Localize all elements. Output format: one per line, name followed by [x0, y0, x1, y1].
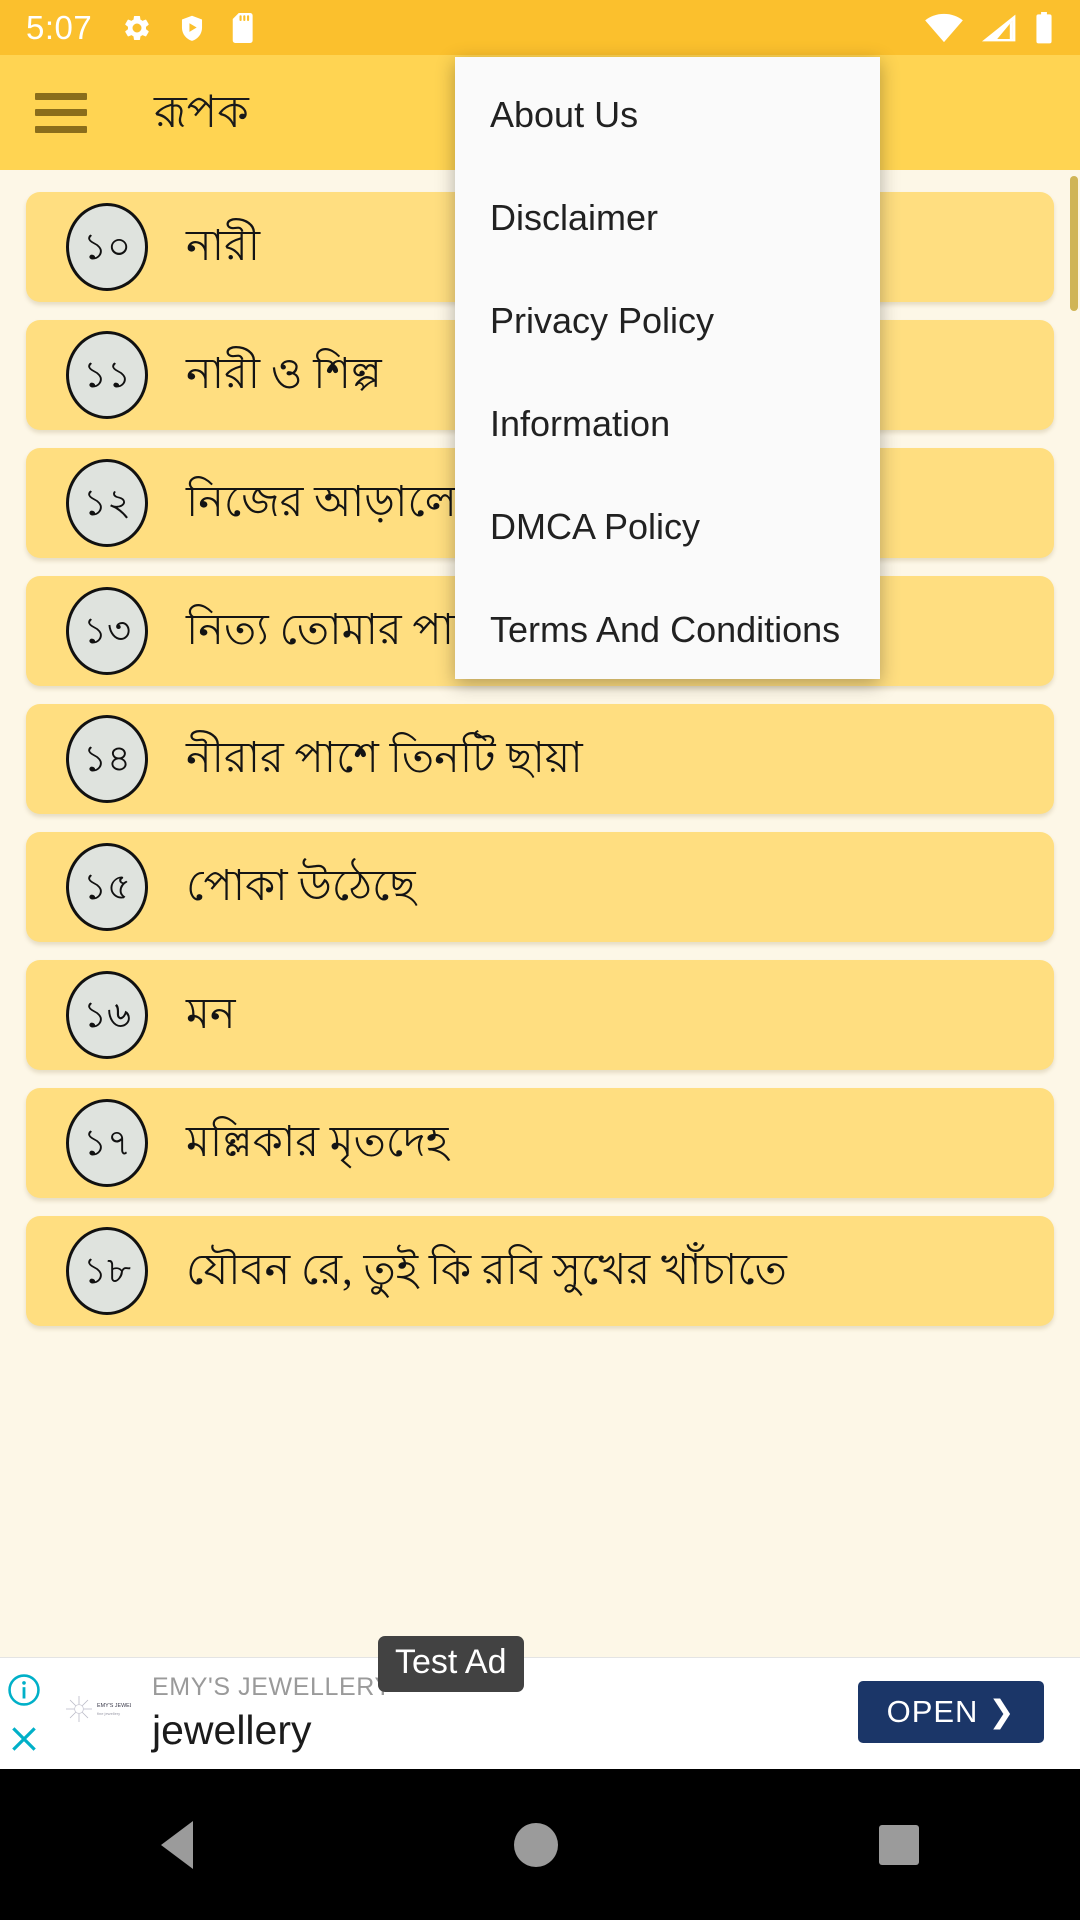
wifi-icon — [925, 13, 963, 42]
phone-screen: 5:07 রূপক ১০ নারী ১১ নারী ও শিল্প ১২ নিজ… — [0, 0, 1080, 1920]
menu-item-dmca-policy[interactable]: DMCA Policy — [455, 475, 880, 578]
overflow-menu[interactable]: About Us Disclaimer Privacy Policy Infor… — [455, 57, 880, 679]
battery-icon — [1036, 11, 1052, 43]
chevron-right-icon: ❯ — [988, 1694, 1016, 1729]
menu-item-terms-and-conditions[interactable]: Terms And Conditions — [455, 578, 880, 681]
list-item-number: ১২ — [66, 459, 148, 547]
home-circle-icon[interactable] — [513, 1822, 558, 1867]
menu-item-privacy-policy[interactable]: Privacy Policy — [455, 269, 880, 372]
ad-advertiser-name: EMY'S JEWELLERY — [152, 1673, 392, 1702]
list-item-number: ১৫ — [66, 843, 148, 931]
list-item-title: নীরার পাশে তিনটি ছায়া — [186, 735, 583, 783]
list-item-title: মল্লিকার মৃতদেহ — [186, 1119, 449, 1167]
hamburger-menu-icon[interactable] — [35, 92, 87, 133]
list-item-number: ১৭ — [66, 1099, 148, 1187]
ad-copy: EMY'S JEWELLERY jewellery — [152, 1672, 392, 1754]
gear-icon — [125, 15, 149, 40]
menu-item-information[interactable]: Information — [455, 372, 880, 475]
ad-open-label: OPEN — [886, 1694, 979, 1729]
list-item[interactable]: ১৭ মল্লিকার মৃতদেহ — [26, 1088, 1054, 1198]
list-item-number: ১৮ — [66, 1227, 148, 1315]
play-protect-shield-icon — [182, 15, 203, 41]
list-item-title: মন — [186, 991, 236, 1039]
list-item-number: ১১ — [66, 331, 148, 419]
page-title: রূপক — [154, 87, 249, 137]
list-scrollbar[interactable] — [1070, 176, 1078, 311]
list-item[interactable]: ১৫ পোকা উঠেছে — [26, 832, 1054, 942]
sd-card-icon — [232, 12, 253, 43]
cellular-signal-icon — [981, 14, 1016, 41]
recents-square-icon[interactable] — [879, 1824, 920, 1865]
list-item-title: যৌবন রে, তুই কি রবি সুখের খাঁচাতে — [186, 1247, 787, 1295]
list-item-title: নিজের আড়ালে — [186, 479, 457, 527]
list-item-number: ১০ — [66, 203, 148, 291]
ad-headline: jewellery — [152, 1706, 312, 1753]
menu-item-disclaimer[interactable]: Disclaimer — [455, 166, 880, 269]
status-bar-system-icons — [924, 11, 1054, 44]
list-item[interactable]: ১৮ যৌবন রে, তুই কি রবি সুখের খাঁচাতে — [26, 1216, 1054, 1326]
svg-text:EMY'S JEWELLERY: EMY'S JEWELLERY — [97, 1703, 131, 1709]
list-item[interactable]: ১৪ নীরার পাশে তিনটি ছায়া — [26, 704, 1054, 814]
list-item-title: পোকা উঠেছে — [186, 863, 416, 911]
close-x-icon[interactable] — [8, 1723, 40, 1755]
list-item-number: ১৬ — [66, 971, 148, 1059]
info-circle-icon[interactable] — [7, 1673, 41, 1707]
ad-controls — [0, 1658, 48, 1769]
advertiser-logo-icon: EMY'S JEWELLERY fine jewellery — [48, 1681, 140, 1747]
list-item-title: নারী — [186, 223, 261, 271]
back-triangle-icon[interactable] — [160, 1820, 193, 1869]
svg-text:fine jewellery: fine jewellery — [97, 1711, 120, 1716]
list-item-number: ১৩ — [66, 587, 148, 675]
status-bar-clock: 5:07 — [26, 9, 93, 46]
android-navigation-bar — [0, 1769, 1080, 1920]
test-ad-badge: Test Ad — [378, 1636, 524, 1692]
menu-item-about-us[interactable]: About Us — [455, 63, 880, 166]
list-item-title: নারী ও শিল্প — [186, 351, 382, 399]
status-bar: 5:07 — [0, 0, 1080, 55]
status-bar-notification-icons — [122, 12, 256, 43]
ad-open-button[interactable]: OPEN ❯ — [858, 1681, 1044, 1743]
list-item[interactable]: ১৬ মন — [26, 960, 1054, 1070]
list-item-number: ১৪ — [66, 715, 148, 803]
